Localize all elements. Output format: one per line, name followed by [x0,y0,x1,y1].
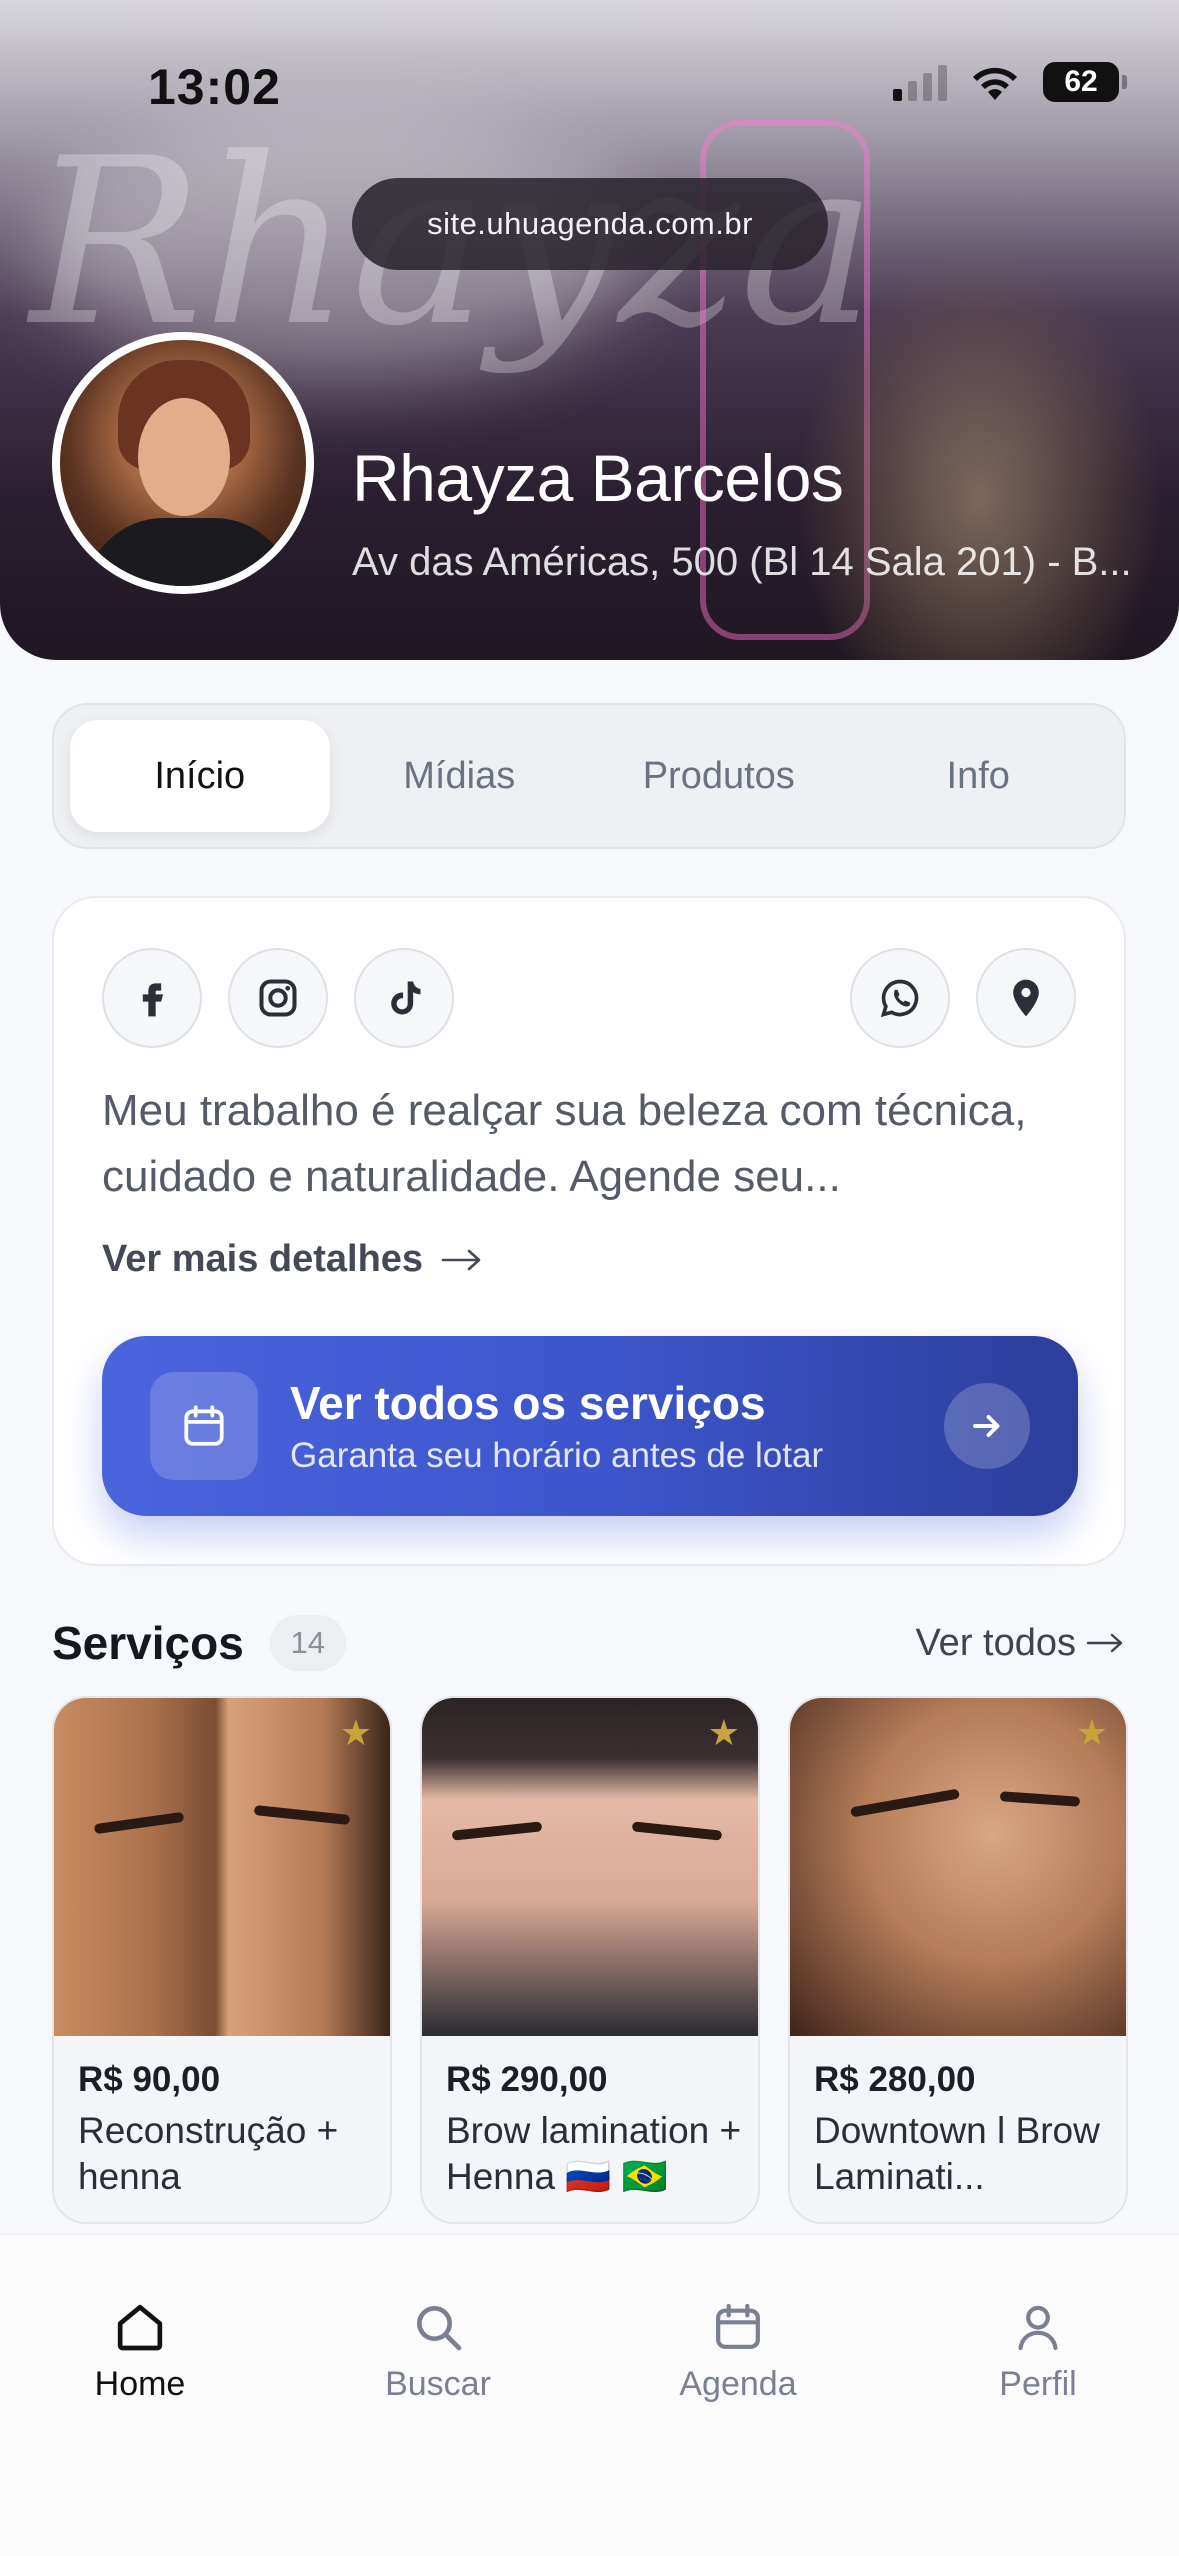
calendar-icon [184,1405,224,1446]
location-button[interactable] [976,948,1076,1048]
tiktok-icon [391,981,421,1015]
nav-search-label: Buscar [385,2365,491,2403]
profile-header: Rhayza 13:02 62 site.uhuagenda.com.br Rh… [0,0,1179,660]
battery-icon: 62 [1043,62,1127,102]
tab-midias[interactable]: Mídias [330,720,590,832]
view-all-services-button[interactable]: Ver todos os serviços Garanta seu horári… [102,1336,1078,1516]
bio-text: Meu trabalho é realçar sua beleza com té… [102,1086,1027,1201]
nav-home[interactable]: Home [40,2299,240,2404]
nav-agenda-label: Agenda [679,2365,797,2403]
service-name: Reconstrução + henna [78,2110,339,2197]
arrow-right-icon [973,1415,1000,1437]
service-card[interactable]: ★ R$ 290,00 Brow lamination + Henna 🇷🇺 🇧… [420,1696,760,2224]
service-card[interactable]: ★ R$ 90,00 Reconstrução + henna [52,1696,392,2224]
header-plant-decor [799,260,1159,660]
service-name: Brow lamination + Henna 🇷🇺 🇧🇷 [446,2110,742,2197]
nav-profile[interactable]: Perfil [938,2299,1138,2404]
nav-home-label: Home [94,2365,186,2403]
service-price: R$ 90,00 [78,2060,221,2099]
facebook-button[interactable] [102,948,202,1048]
nav-agenda[interactable]: Agenda [638,2299,838,2404]
services-carousel: ★ R$ 90,00 Reconstrução + henna ★ R$ 290… [52,1696,1128,2224]
services-title: Serviços [52,1617,244,1669]
social-links [102,948,454,1048]
nav-search[interactable]: Buscar [338,2299,538,2404]
cta-title: Ver todos os serviços [290,1377,766,1429]
location-pin-icon [1013,979,1039,1017]
cta-calendar-badge [150,1372,258,1480]
about-card: Meu trabalho é realçar sua beleza com té… [52,896,1126,1566]
services-header: Serviços 14 Ver todos [52,1608,1126,1678]
star-icon: ★ [339,1712,372,1753]
search-icon [417,2306,462,2351]
tab-inicio[interactable]: Início [70,720,330,832]
arrow-right-icon [1086,1633,1123,1653]
whatsapp-icon [880,979,919,1018]
service-name: Downtown l Brow Laminati... [814,2110,1100,2197]
profile-name: Rhayza Barcelos [352,441,844,515]
tiktok-button[interactable] [354,948,454,1048]
profile-address[interactable]: Av das Américas, 500 (Bl 14 Sala 201) - … [352,540,1132,585]
more-details-link[interactable]: Ver mais detalhes [102,1238,485,1281]
status-time: 13:02 [148,59,281,115]
status-icons: 62 [893,62,1127,102]
cta-text: Ver todos os serviços Garanta seu horári… [290,1376,944,1476]
service-price: R$ 290,00 [446,2060,608,2099]
star-icon: ★ [707,1712,740,1753]
more-details-label: Ver mais detalhes [102,1238,424,1280]
services-count-badge: 14 [269,1615,346,1671]
see-all-services-link[interactable]: Ver todos [915,1622,1126,1665]
arrow-right-icon [441,1249,481,1270]
nav-profile-label: Perfil [999,2365,1077,2403]
url-pill[interactable]: site.uhuagenda.com.br [352,178,828,270]
whatsapp-button[interactable] [850,948,950,1048]
service-price: R$ 280,00 [814,2060,976,2099]
instagram-icon [259,979,297,1017]
service-card[interactable]: ★ R$ 280,00 Downtown l Brow Laminati... [788,1696,1128,2224]
star-icon: ★ [1075,1712,1108,1753]
tab-info[interactable]: Info [849,720,1109,832]
cta-subtitle: Garanta seu horário antes de lotar [290,1436,824,1475]
contact-links [850,948,1076,1048]
user-icon [1018,2305,1058,2351]
service-photo: ★ [422,1698,758,2036]
bottom-navigation: Home Buscar Agenda Perfil [0,2234,1179,2556]
calendar-icon [716,2303,760,2349]
cellular-signal-icon [893,63,947,101]
see-all-label: Ver todos [915,1621,1076,1664]
instagram-button[interactable] [228,948,328,1048]
wifi-icon [973,67,1017,100]
avatar[interactable] [52,332,314,594]
tab-bar: Início Mídias Produtos Info [52,703,1126,849]
facebook-icon [142,983,163,1017]
tab-produtos[interactable]: Produtos [589,720,849,832]
home-icon [117,2304,163,2351]
service-photo: ★ [790,1698,1126,2036]
cta-arrow-button [944,1383,1030,1469]
service-photo: ★ [54,1698,390,2036]
